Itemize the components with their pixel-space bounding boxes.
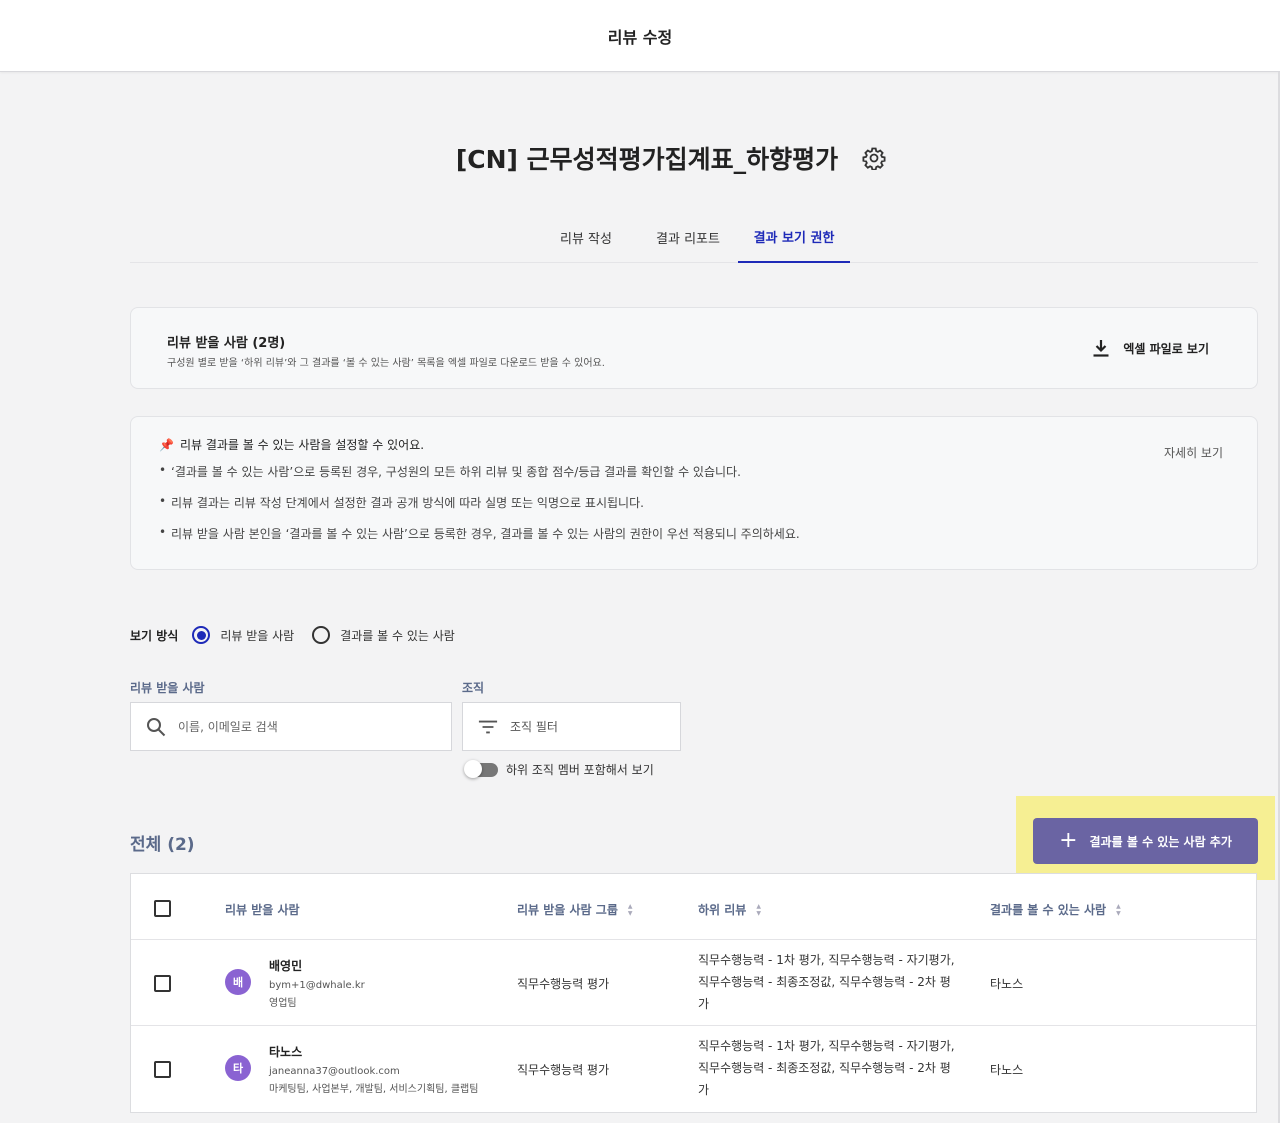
viewer-list: 타노스 <box>990 1063 1024 1077</box>
column-header-sub-review[interactable]: 하위 리뷰 ▲ ▼ <box>698 901 761 918</box>
add-viewer-button[interactable]: + 결과를 볼 수 있는 사람 추가 <box>1033 818 1258 864</box>
viewer-list: 타노스 <box>990 977 1024 991</box>
include-sub-org-toggle[interactable] <box>464 759 498 778</box>
radio-viewer-label[interactable]: 결과를 볼 수 있는 사람 <box>340 627 455 644</box>
info-heading-row: 📌 리뷰 결과를 볼 수 있는 사람을 설정할 수 있어요. <box>159 436 424 453</box>
tab-result-report[interactable]: 결과 리포트 <box>645 212 731 262</box>
sort-icon: ▲ ▼ <box>1116 902 1121 917</box>
reviewee-table: 리뷰 받을 사람 리뷰 받을 사람 그룹 ▲ ▼ 하위 리뷰 ▲ ▼ 결과를 볼 수 있… <box>130 873 1257 1113</box>
search-box <box>130 702 452 751</box>
sub-review-list: 직무수행능력 - 1차 평가, 직무수행능력 - 자기평가, 직무수행능력 - … <box>698 1039 955 1097</box>
tab-result-permission[interactable]: 결과 보기 권한 <box>738 212 850 263</box>
page-title: [CN] 근무성적평가집계표_하향평가 <box>455 145 839 174</box>
filter-icon <box>478 717 498 737</box>
avatar: 타 <box>225 1055 251 1081</box>
radio-reviewee-label[interactable]: 리뷰 받을 사람 <box>220 627 294 644</box>
radio-viewer[interactable] <box>312 626 331 644</box>
reviewee-name: 타노스 <box>269 1045 303 1059</box>
detail-link[interactable]: 자세히 보기 <box>1164 444 1223 461</box>
info-bullet: • 리뷰 결과는 리뷰 작성 단계에서 설정한 결과 공개 방식에 따라 실명 또… <box>159 494 644 510</box>
add-viewer-label: 결과를 볼 수 있는 사람 추가 <box>1089 834 1232 849</box>
reviewee-info[interactable]: 배영민 bym+1@dwhale.kr 영업팀 <box>269 957 365 1009</box>
column-header-viewers[interactable]: 결과를 볼 수 있는 사람 ▲ ▼ <box>990 901 1121 918</box>
top-bar: 리뷰 수정 <box>0 0 1280 72</box>
pin-icon: 📌 <box>159 437 174 452</box>
total-count: 전체 (2) <box>130 835 195 855</box>
page-title-row: [CN] 근무성적평가집계표_하향평가 <box>0 140 1280 176</box>
tab-bar: 리뷰 작성 결과 리포트 결과 보기 권한 <box>130 212 1258 263</box>
top-bar-title: 리뷰 수정 <box>607 27 673 47</box>
reviewee-name: 배영민 <box>269 959 303 973</box>
search-input[interactable] <box>178 719 418 734</box>
excel-download-button[interactable]: 엑셀 파일로 보기 <box>1091 338 1209 358</box>
reviewee-email: janeanna37@outlook.com <box>269 1066 400 1077</box>
sub-review-list: 직무수행능력 - 1차 평가, 직무수행능력 - 자기평가, 직무수행능력 - … <box>698 953 955 1011</box>
excel-download-label: 엑셀 파일로 보기 <box>1123 341 1209 356</box>
include-sub-org-row: 하위 조직 멤버 포함해서 보기 <box>464 759 654 778</box>
org-filter-button[interactable]: 조직 필터 <box>462 702 681 751</box>
info-bullet: • ‘결과를 볼 수 있는 사람’으로 등록된 경우, 구성원의 모든 하위 리뷰… <box>159 463 741 479</box>
column-header-group[interactable]: 리뷰 받을 사람 그룹 ▲ ▼ <box>517 901 632 918</box>
reviewee-team: 영업팀 <box>269 998 297 1009</box>
download-icon <box>1091 338 1111 358</box>
info-bullet: • 리뷰 받을 사람 본인을 ‘결과를 볼 수 있는 사람’으로 등록한 경우, … <box>159 525 800 541</box>
row-divider <box>131 1025 1256 1026</box>
row-checkbox[interactable] <box>154 1061 171 1078</box>
reviewee-team: 마케팅팀, 사업본부, 개발팀, 서비스기획팀, 클랩팀 <box>269 1084 479 1095</box>
reviewee-card-description: 구성원 별로 받을 ‘하위 리뷰’와 그 결과를 ‘볼 수 있는 사람’ 목록을… <box>167 358 605 369</box>
select-all-checkbox[interactable] <box>154 900 171 917</box>
view-mode-label: 보기 방식 <box>130 628 179 643</box>
row-checkbox[interactable] <box>154 975 171 992</box>
reviewee-group: 직무수행능력 평가 <box>517 1063 610 1077</box>
org-filter-label: 조직 <box>462 681 485 695</box>
tab-write-review[interactable]: 리뷰 작성 <box>546 212 626 262</box>
column-header-reviewee[interactable]: 리뷰 받을 사람 <box>225 901 300 918</box>
info-heading: 리뷰 결과를 볼 수 있는 사람을 설정할 수 있어요. <box>179 438 425 452</box>
plus-icon: + <box>1059 828 1078 853</box>
reviewee-card: 리뷰 받을 사람 (2명) 구성원 별로 받을 ‘하위 리뷰’와 그 결과를 ‘… <box>130 307 1258 389</box>
search-icon <box>146 717 166 737</box>
reviewee-card-title: 리뷰 받을 사람 (2명) <box>167 336 286 351</box>
reviewee-filter-label: 리뷰 받을 사람 <box>130 681 205 695</box>
reviewee-email: bym+1@dwhale.kr <box>269 980 365 991</box>
sort-icon: ▲ ▼ <box>756 902 761 917</box>
info-card: 📌 리뷰 결과를 볼 수 있는 사람을 설정할 수 있어요. • ‘결과를 볼 수… <box>130 416 1258 570</box>
radio-reviewee[interactable] <box>192 626 211 644</box>
row-divider <box>131 939 1256 940</box>
sort-icon: ▲ ▼ <box>627 902 633 917</box>
include-sub-org-label: 하위 조직 멤버 포함해서 보기 <box>506 763 654 777</box>
reviewee-info[interactable]: 타노스 janeanna37@outlook.com 마케팅팀, 사업본부, 개… <box>269 1043 478 1095</box>
org-filter-text: 조직 필터 <box>510 720 558 734</box>
reviewee-group: 직무수행능력 평가 <box>517 977 610 991</box>
view-mode-group: 보기 방식 리뷰 받을 사람 결과를 볼 수 있는 사람 <box>130 626 473 644</box>
avatar: 배 <box>225 969 251 995</box>
gear-icon[interactable] <box>862 146 886 170</box>
